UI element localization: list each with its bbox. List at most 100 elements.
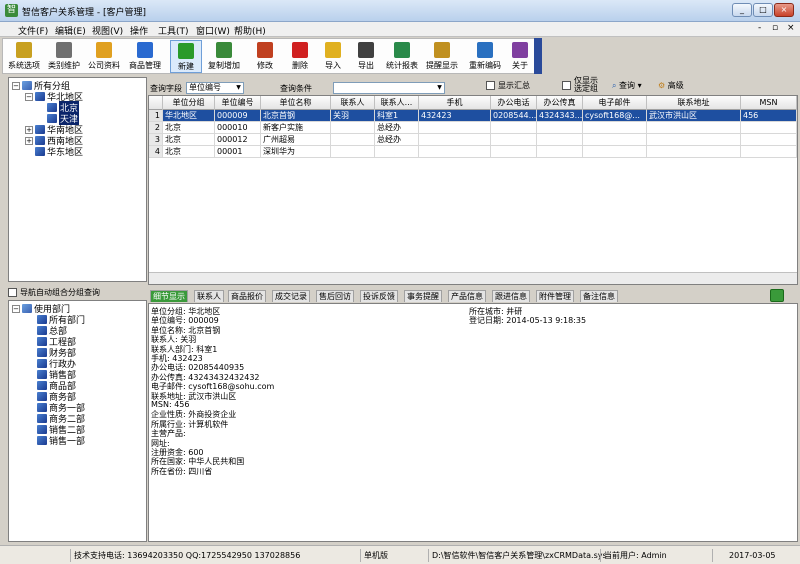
tab-contacts[interactable]: 联系人	[194, 290, 224, 302]
menu-operation[interactable]: 操作	[130, 24, 148, 37]
tab-quotes[interactable]: 商品报价	[228, 290, 266, 302]
table-cell[interactable]: 北京	[163, 134, 215, 146]
table-cell[interactable]	[647, 122, 741, 134]
product-manage-button[interactable]: 商品管理	[125, 40, 165, 73]
grid-col-header[interactable]: 办公电话	[491, 96, 537, 110]
mdi-minimize-button[interactable]: -	[758, 23, 761, 33]
grid-col-header[interactable]: 单位名称	[261, 96, 331, 110]
table-cell[interactable]: 000010	[215, 122, 261, 134]
table-cell[interactable]: 4324343...	[537, 110, 583, 122]
table-cell[interactable]	[647, 146, 741, 158]
system-options-button[interactable]: 系统选项	[5, 40, 43, 73]
statistics-report-button[interactable]: 统计报表	[383, 40, 421, 73]
import-button[interactable]: 导入	[318, 40, 348, 73]
tab-reminders[interactable]: 事务提醒	[404, 290, 442, 302]
expand-icon[interactable]: +	[25, 136, 33, 145]
table-cell[interactable]	[741, 122, 797, 134]
auto-query-checkbox[interactable]: 导航自动组合分组查询	[8, 286, 100, 298]
table-cell[interactable]	[331, 122, 375, 134]
export-button[interactable]: 导出	[351, 40, 381, 73]
grid-col-header[interactable]: 单位编号	[215, 96, 261, 110]
category-maintain-button[interactable]: 类别维护	[45, 40, 83, 73]
dept-node[interactable]: 销售一部	[37, 435, 85, 447]
table-cell[interactable]: cysoft168@...	[583, 110, 647, 122]
table-cell[interactable]: 新客户实施	[261, 122, 331, 134]
re-encode-button[interactable]: 重新编码	[465, 40, 505, 73]
checkbox-icon[interactable]	[562, 80, 571, 90]
table-cell[interactable]	[375, 146, 419, 158]
grid-col-header[interactable]: 联系地址	[647, 96, 741, 110]
table-row[interactable]: 3 北京 000012 广州超易 总经办	[149, 134, 797, 146]
new-button[interactable]: 新建	[170, 40, 202, 73]
maximize-button[interactable]: □	[753, 3, 773, 17]
checkbox-icon[interactable]	[486, 81, 495, 90]
toolbar-grip[interactable]	[534, 38, 542, 74]
table-cell[interactable]	[331, 146, 375, 158]
table-cell[interactable]	[741, 146, 797, 158]
collapse-icon[interactable]: −	[12, 81, 20, 90]
table-cell[interactable]: 000012	[215, 134, 261, 146]
table-cell[interactable]: 00001	[215, 146, 261, 158]
grid-col-header[interactable]: 电子邮件	[583, 96, 647, 110]
collapse-icon[interactable]: −	[12, 304, 20, 313]
tab-notes[interactable]: 备注信息	[580, 290, 618, 302]
table-cell[interactable]: 科室1	[375, 110, 419, 122]
menu-edit[interactable]: 编辑(E)	[55, 24, 86, 37]
menu-tools[interactable]: 工具(T)	[158, 24, 189, 37]
menu-window[interactable]: 窗口(W)	[196, 24, 230, 37]
table-row[interactable]: 1 华北地区 000009 北京首钢 关羽 科室1 432423 0208544... 4324…	[149, 110, 797, 122]
tab-deals[interactable]: 成交记录	[272, 290, 310, 302]
table-cell[interactable]: 000009	[215, 110, 261, 122]
company-info-button[interactable]: 公司资料	[85, 40, 123, 73]
delete-button[interactable]: 删除	[285, 40, 315, 73]
edit-button[interactable]: 修改	[249, 40, 281, 73]
close-button[interactable]: ×	[774, 3, 794, 17]
table-cell[interactable]	[491, 122, 537, 134]
only-selected-checkbox[interactable]: 仅显示 选定组	[562, 77, 598, 93]
table-cell[interactable]	[491, 146, 537, 158]
table-cell[interactable]	[741, 134, 797, 146]
table-cell[interactable]: 北京	[163, 146, 215, 158]
tab-aftersales[interactable]: 售后回访	[316, 290, 354, 302]
collapse-icon[interactable]: −	[25, 92, 33, 101]
table-cell[interactable]	[419, 122, 491, 134]
table-cell[interactable]: 0208544...	[491, 110, 537, 122]
table-cell[interactable]: 北京首钢	[261, 110, 331, 122]
minimize-button[interactable]: _	[732, 3, 752, 17]
table-cell[interactable]	[537, 122, 583, 134]
menu-view[interactable]: 视图(V)	[92, 24, 123, 37]
table-cell[interactable]: 武汉市洪山区	[647, 110, 741, 122]
table-row[interactable]: 2 北京 000010 新客户实施 总经办	[149, 122, 797, 134]
dropdown-arrow-icon[interactable]: ▼	[435, 83, 444, 93]
table-cell[interactable]: 关羽	[331, 110, 375, 122]
table-cell[interactable]: 深圳华为	[261, 146, 331, 158]
tab-complaints[interactable]: 投诉反馈	[360, 290, 398, 302]
grid-col-header[interactable]: MSN	[741, 96, 797, 110]
show-summary-checkbox[interactable]: 显示汇总	[486, 80, 530, 91]
menu-file[interactable]: 文件(F)	[18, 24, 48, 37]
table-cell[interactable]	[419, 146, 491, 158]
grid-col-header[interactable]: 办公传真	[537, 96, 583, 110]
table-cell[interactable]	[491, 134, 537, 146]
query-condition-input[interactable]: ▼	[333, 82, 445, 94]
table-row[interactable]: 4 北京 00001 深圳华为	[149, 146, 797, 158]
about-button[interactable]: 关于	[507, 40, 533, 73]
checkbox-icon[interactable]	[8, 287, 17, 297]
grid-col-header[interactable]: 手机	[419, 96, 491, 110]
grid-col-header[interactable]: 联系人	[331, 96, 375, 110]
copy-add-button[interactable]: 复制增加	[205, 40, 243, 73]
table-cell[interactable]	[537, 146, 583, 158]
table-cell[interactable]: 华北地区	[163, 110, 215, 122]
table-cell[interactable]	[583, 122, 647, 134]
expand-icon[interactable]: +	[25, 125, 33, 134]
table-cell[interactable]	[331, 134, 375, 146]
table-cell[interactable]: 广州超易	[261, 134, 331, 146]
reminder-display-button[interactable]: 提醒显示	[423, 40, 461, 73]
query-field-select[interactable]: 单位编号 ▼	[186, 82, 244, 94]
table-cell[interactable]	[537, 134, 583, 146]
table-cell[interactable]: 456	[741, 110, 797, 122]
tab-attachments[interactable]: 附件管理	[536, 290, 574, 302]
menu-help[interactable]: 帮助(H)	[234, 24, 266, 37]
tab-details[interactable]: 细节显示	[150, 290, 188, 302]
tab-followup[interactable]: 跟进信息	[492, 290, 530, 302]
